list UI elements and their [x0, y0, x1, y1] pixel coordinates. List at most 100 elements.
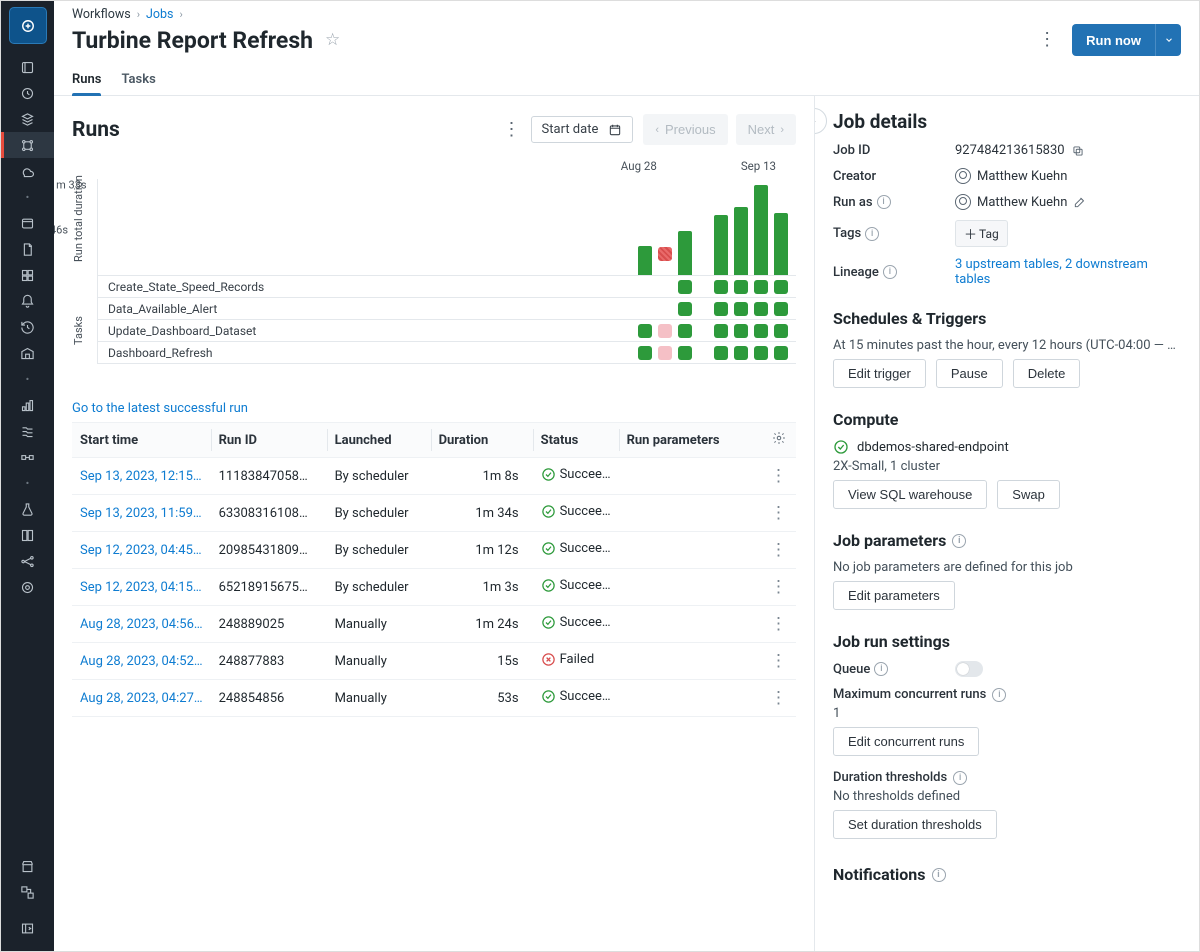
task-cell[interactable] [658, 346, 672, 360]
tab-tasks[interactable]: Tasks [121, 64, 155, 95]
duration-bar[interactable] [734, 207, 748, 275]
col-duration[interactable]: Duration [431, 423, 533, 458]
duration-bar[interactable] [678, 231, 692, 275]
duration-bar[interactable] [754, 185, 768, 275]
add-tag-button[interactable]: ＋Tag [955, 220, 1008, 247]
task-cell[interactable] [774, 346, 788, 360]
next-page-button[interactable]: Next › [736, 114, 796, 145]
task-cell[interactable] [734, 302, 748, 316]
info-icon[interactable]: i [952, 534, 966, 548]
nav-recents-icon[interactable] [1, 80, 54, 106]
row-more-menu[interactable]: ⋮ [762, 495, 796, 532]
nav-warehouses-icon[interactable] [1, 340, 54, 366]
tab-runs[interactable]: Runs [72, 64, 101, 95]
run-start-link[interactable]: Sep 12, 2023, 04:45… [80, 543, 202, 558]
start-date-picker[interactable]: Start date [531, 116, 634, 143]
task-cell[interactable] [754, 280, 768, 294]
nav-workflows-icon[interactable] [1, 132, 54, 158]
task-cell[interactable] [754, 324, 768, 338]
col-launched[interactable]: Launched [327, 423, 431, 458]
duration-bar[interactable] [774, 213, 788, 275]
nav-marketplace-icon[interactable] [1, 853, 54, 879]
nav-catalog-icon[interactable] [1, 106, 54, 132]
run-now-button[interactable]: Run now [1072, 24, 1155, 56]
task-cell[interactable] [678, 324, 692, 338]
run-start-link[interactable]: Aug 28, 2023, 04:52… [80, 654, 203, 669]
create-button[interactable] [9, 7, 47, 44]
nav-queries-icon[interactable] [1, 236, 54, 262]
nav-features-icon[interactable] [1, 522, 54, 548]
task-cell[interactable] [754, 346, 768, 360]
task-cell[interactable] [678, 280, 692, 294]
task-cell[interactable] [638, 324, 652, 338]
info-icon[interactable]: i [932, 868, 946, 882]
pause-button[interactable]: Pause [936, 359, 1003, 388]
nav-ingest-icon[interactable] [1, 418, 54, 444]
duration-bar[interactable] [658, 261, 672, 275]
task-cell[interactable] [774, 302, 788, 316]
info-icon[interactable]: i [883, 265, 897, 279]
table-settings-button[interactable] [762, 423, 796, 458]
info-icon[interactable]: i [953, 771, 967, 785]
info-icon[interactable]: i [865, 227, 879, 241]
breadcrumb-workflows[interactable]: Workflows [72, 7, 131, 22]
col-run-id[interactable]: Run ID [211, 423, 327, 458]
row-more-menu[interactable]: ⋮ [762, 569, 796, 606]
edit-trigger-button[interactable]: Edit trigger [833, 359, 926, 388]
task-cell[interactable] [658, 324, 672, 338]
duration-bar[interactable] [714, 215, 728, 275]
task-cell[interactable] [734, 324, 748, 338]
task-cell[interactable] [714, 324, 728, 338]
row-more-menu[interactable]: ⋮ [762, 458, 796, 495]
edit-parameters-button[interactable]: Edit parameters [833, 581, 955, 610]
info-icon[interactable]: i [874, 662, 888, 676]
task-cell[interactable] [734, 346, 748, 360]
task-cell[interactable] [678, 302, 692, 316]
col-start-time[interactable]: Start time [72, 423, 211, 458]
run-now-dropdown[interactable] [1155, 24, 1181, 56]
nav-pipelines-icon[interactable] [1, 444, 54, 470]
nav-experiments-icon[interactable] [1, 496, 54, 522]
view-sql-warehouse-button[interactable]: View SQL warehouse [833, 480, 987, 509]
task-cell[interactable] [714, 346, 728, 360]
run-start-link[interactable]: Sep 13, 2023, 12:15… [80, 469, 202, 484]
runs-more-menu[interactable]: ⋮ [503, 121, 521, 139]
nav-models-icon[interactable] [1, 548, 54, 574]
prev-page-button[interactable]: ‹ Previous [643, 114, 727, 145]
run-start-link[interactable]: Aug 28, 2023, 04:56… [80, 617, 203, 632]
col-status[interactable]: Status [533, 423, 619, 458]
copy-icon[interactable] [1071, 144, 1085, 158]
nav-serving-icon[interactable] [1, 574, 54, 600]
info-icon[interactable]: i [992, 688, 1006, 702]
set-duration-button[interactable]: Set duration thresholds [833, 810, 997, 839]
nav-sql-editor-icon[interactable] [1, 210, 54, 236]
latest-successful-link[interactable]: Go to the latest successful run [72, 401, 248, 416]
edit-icon[interactable] [1073, 195, 1087, 209]
row-more-menu[interactable]: ⋮ [762, 606, 796, 643]
queue-toggle[interactable] [955, 661, 983, 677]
job-more-menu[interactable]: ⋮ [1038, 31, 1056, 49]
task-cell[interactable] [714, 302, 728, 316]
task-cell[interactable] [714, 280, 728, 294]
collapse-panel-button[interactable]: › [814, 108, 827, 134]
delete-button[interactable]: Delete [1013, 359, 1081, 388]
breadcrumb-jobs[interactable]: Jobs [146, 7, 174, 22]
nav-collapse-icon[interactable] [1, 905, 54, 951]
nav-alerts-icon[interactable] [1, 288, 54, 314]
info-icon[interactable]: i [877, 195, 891, 209]
task-cell[interactable] [754, 302, 768, 316]
task-cell[interactable] [638, 346, 652, 360]
nav-data-icon[interactable] [1, 392, 54, 418]
row-more-menu[interactable]: ⋮ [762, 532, 796, 569]
duration-bar[interactable] [638, 246, 652, 275]
nav-workspace-icon[interactable] [1, 54, 54, 80]
swap-button[interactable]: Swap [997, 480, 1060, 509]
col-parameters[interactable]: Run parameters [619, 423, 762, 458]
task-cell[interactable] [774, 324, 788, 338]
run-start-link[interactable]: Sep 13, 2023, 11:59… [80, 506, 202, 521]
nav-dashboards-icon[interactable] [1, 262, 54, 288]
nav-history-icon[interactable] [1, 314, 54, 340]
task-cell[interactable] [678, 346, 692, 360]
task-cell[interactable] [774, 280, 788, 294]
run-start-link[interactable]: Sep 12, 2023, 04:15… [80, 580, 202, 595]
